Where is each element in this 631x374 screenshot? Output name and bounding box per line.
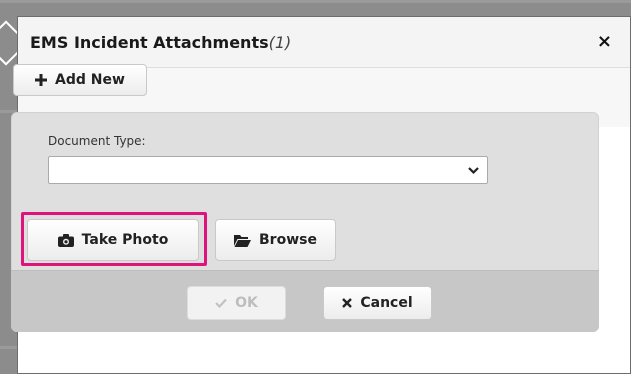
ok-label: OK (235, 295, 258, 311)
dialog-titlebar: EMS Incident Attachments(1) × (18, 17, 630, 68)
chevron-down-icon (468, 162, 479, 178)
cancel-button[interactable]: Cancel (323, 286, 432, 320)
browse-button[interactable]: Browse (215, 219, 336, 261)
dialog-title-text: EMS Incident Attachments (30, 33, 269, 52)
dialog-title: EMS Incident Attachments(1) (30, 33, 291, 52)
plus-icon (35, 74, 48, 86)
cancel-label: Cancel (360, 295, 413, 311)
folder-open-icon (234, 234, 252, 247)
browse-label: Browse (259, 232, 317, 248)
close-icon[interactable]: × (597, 31, 612, 52)
add-new-button[interactable]: Add New (13, 64, 147, 96)
add-new-label: Add New (55, 72, 125, 88)
document-type-select[interactable] (48, 156, 488, 184)
background-stripe (0, 0, 631, 3)
x-icon (342, 298, 353, 308)
highlight-box (21, 212, 207, 266)
dialog-footer (11, 270, 599, 332)
ok-button[interactable]: OK (187, 286, 286, 320)
check-icon (215, 298, 227, 308)
attachment-count: (1) (268, 33, 292, 52)
document-type-label: Document Type: (48, 134, 146, 148)
